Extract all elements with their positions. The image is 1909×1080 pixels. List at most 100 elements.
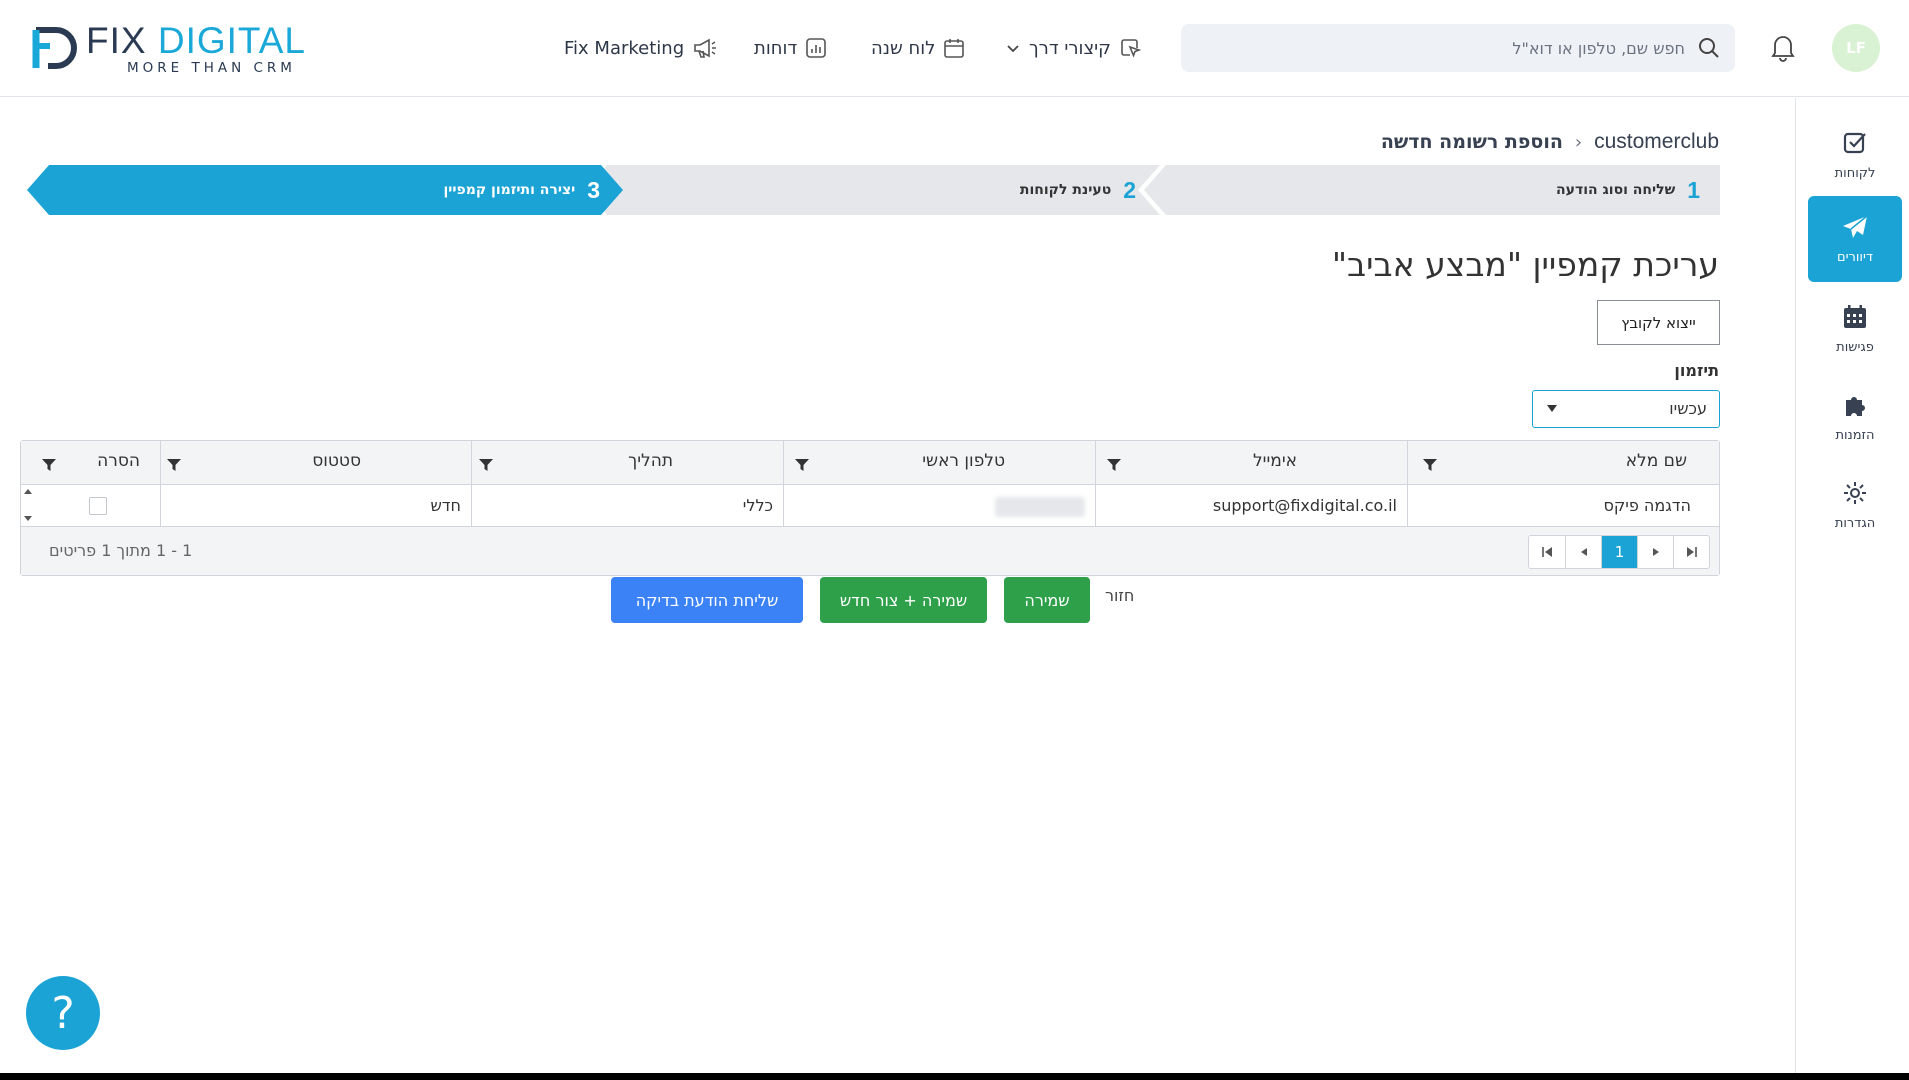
redacted-phone xyxy=(995,497,1085,517)
breadcrumb-current: הוספת רשומה חדשה xyxy=(1380,131,1563,153)
schedule-select-value: עכשיו xyxy=(1669,399,1707,418)
chevron-down-icon xyxy=(1007,45,1019,53)
scroll-down-arrow[interactable] xyxy=(24,516,32,521)
column-title: תהליך xyxy=(628,451,673,471)
schedule-label: תיזמון xyxy=(1674,361,1719,380)
pager-last-button[interactable] xyxy=(1673,536,1709,568)
column-title: טלפון ראשי xyxy=(922,451,1005,471)
scroll-up-arrow[interactable] xyxy=(24,489,32,494)
pager-next-button[interactable] xyxy=(1637,536,1673,568)
filter-icon[interactable] xyxy=(1106,457,1122,473)
table-row[interactable]: הדגמה פיקס support@fixdigital.co.il כללי… xyxy=(21,485,1719,527)
user-avatar[interactable]: LF xyxy=(1832,24,1880,72)
grid-header: שם מלא אימייל טלפון ראשי תהליך סטטוס הסר… xyxy=(21,441,1719,485)
check-square-icon xyxy=(1843,132,1866,153)
logo-brand: FIX DIGITAL xyxy=(86,20,307,61)
column-header-full-name[interactable]: שם מלא xyxy=(1407,441,1719,485)
column-title: הסרה xyxy=(97,451,140,471)
wizard-arrows xyxy=(27,165,1720,215)
wizard-step-3-number: 3 xyxy=(587,176,600,203)
next-page-icon xyxy=(1652,548,1659,556)
cursor-click-icon xyxy=(1121,39,1141,58)
back-link[interactable]: חזור xyxy=(1105,586,1134,605)
sidebar-item-label: לקוחות xyxy=(1834,165,1876,181)
wizard-step-3[interactable]: 3 יצירה ותיזמון קמפיין xyxy=(443,165,600,215)
page-title: עריכת קמפיין "מבצע אביב" xyxy=(1331,245,1719,284)
filter-icon[interactable] xyxy=(1422,457,1438,473)
cell-text: חדש xyxy=(430,496,461,515)
filter-icon[interactable] xyxy=(478,457,494,473)
app-window: FIX DIGITAL MORE THAN CRM Fix Marketing … xyxy=(0,0,1909,1073)
breadcrumb-separator: ‹ xyxy=(1574,131,1583,153)
column-header-main-phone[interactable]: טלפון ראשי xyxy=(783,441,1095,485)
breadcrumb-root-link[interactable]: customerclub xyxy=(1594,130,1719,154)
last-page-icon xyxy=(1686,547,1697,557)
nav-reports[interactable]: דוחות xyxy=(754,34,827,62)
save-button[interactable]: שמירה xyxy=(1004,577,1090,623)
schedule-select[interactable]: עכשיו xyxy=(1532,390,1720,428)
pager-prev-button[interactable] xyxy=(1565,536,1601,568)
bar-chart-icon xyxy=(806,38,827,58)
breadcrumb: customerclub ‹ הוספת רשומה חדשה xyxy=(1381,130,1719,154)
recipients-grid: שם מלא אימייל טלפון ראשי תהליך סטטוס הסר… xyxy=(20,440,1720,576)
column-header-removal[interactable]: הסרה xyxy=(21,441,160,485)
column-header-email[interactable]: אימייל xyxy=(1095,441,1407,485)
filter-icon[interactable] xyxy=(41,457,57,473)
wizard-step-1-label: שליחה וסוג הודעה xyxy=(1556,182,1676,198)
column-title: שם מלא xyxy=(1625,451,1687,471)
wizard-steps: 1 שליחה וסוג הודעה 2 טעינת לקוחות 3 יציר… xyxy=(27,165,1720,215)
sidebar-item-orders[interactable]: הזמנות xyxy=(1808,374,1902,460)
caret-down-icon xyxy=(1547,405,1557,412)
megaphone-icon xyxy=(694,38,717,58)
help-button[interactable]: ? xyxy=(26,976,100,1050)
nav-calendar-label: לוח שנה xyxy=(871,37,936,59)
removal-checkbox[interactable] xyxy=(89,497,107,515)
nav-shortcuts-label: קיצורי דרך xyxy=(1029,37,1111,59)
right-sidebar: לקוחות דיוורים פגישות הזמנות הגדרות xyxy=(1795,98,1909,1073)
wizard-step-1-number: 1 xyxy=(1687,176,1700,203)
sidebar-item-label: דיוורים xyxy=(1837,249,1873,265)
logo-tagline: MORE THAN CRM xyxy=(127,60,296,76)
pager-first-button[interactable] xyxy=(1529,536,1565,568)
cell-full-name: הדגמה פיקס xyxy=(1407,485,1719,527)
pager-info: 1 - 1 מתוך 1 פריטים xyxy=(49,541,193,560)
export-to-file-button[interactable]: ייצוא לקובץ xyxy=(1597,300,1720,345)
sidebar-item-customers[interactable]: לקוחות xyxy=(1808,112,1902,198)
cell-text: הדגמה פיקס xyxy=(1603,496,1692,515)
nav-fix-marketing-label: Fix Marketing xyxy=(564,37,685,59)
sidebar-item-mailings[interactable]: דיוורים xyxy=(1808,196,1902,282)
nav-shortcuts[interactable]: קיצורי דרך xyxy=(1005,34,1141,62)
calendar-icon xyxy=(1844,304,1866,328)
search-icon[interactable] xyxy=(1697,36,1721,60)
cell-email: support@fixdigital.co.il xyxy=(1095,485,1407,527)
wizard-step-3-label: יצירה ותיזמון קמפיין xyxy=(443,182,576,198)
column-header-process[interactable]: תהליך xyxy=(471,441,783,485)
filter-icon[interactable] xyxy=(166,457,182,473)
nav-calendar[interactable]: לוח שנה xyxy=(871,34,965,62)
logo-mark-icon xyxy=(32,27,77,69)
save-and-new-button[interactable]: שמירה + צור חדש xyxy=(820,577,987,623)
column-title: אימייל xyxy=(1253,451,1297,471)
top-bar: FIX DIGITAL MORE THAN CRM Fix Marketing … xyxy=(0,0,1909,97)
fix-digital-logo[interactable]: FIX DIGITAL MORE THAN CRM xyxy=(30,20,350,76)
prev-page-icon xyxy=(1580,548,1587,556)
cell-status: חדש xyxy=(160,485,471,527)
sidebar-item-settings[interactable]: הגדרות xyxy=(1808,462,1902,548)
sidebar-item-meetings[interactable]: פגישות xyxy=(1808,286,1902,372)
column-title: סטטוס xyxy=(312,451,361,471)
wizard-step-2-label: טעינת לקוחות xyxy=(1019,182,1112,198)
search-input[interactable] xyxy=(1205,24,1685,72)
wizard-step-2[interactable]: 2 טעינת לקוחות xyxy=(1020,165,1136,215)
nav-reports-label: דוחות xyxy=(754,37,798,59)
bell-icon[interactable] xyxy=(1770,32,1796,62)
column-header-status[interactable]: סטטוס xyxy=(160,441,471,485)
filter-icon[interactable] xyxy=(794,457,810,473)
calendar-icon xyxy=(944,39,965,58)
search-box[interactable] xyxy=(1181,24,1735,72)
first-page-icon xyxy=(1542,547,1552,557)
pager-page-button[interactable]: 1 xyxy=(1601,536,1637,568)
wizard-step-1[interactable]: 1 שליחה וסוג הודעה xyxy=(1556,165,1700,215)
cell-main-phone xyxy=(783,485,1095,527)
nav-fix-marketing[interactable]: Fix Marketing xyxy=(564,34,718,62)
send-test-message-button[interactable]: שליחת הודעת בדיקה xyxy=(611,577,803,623)
